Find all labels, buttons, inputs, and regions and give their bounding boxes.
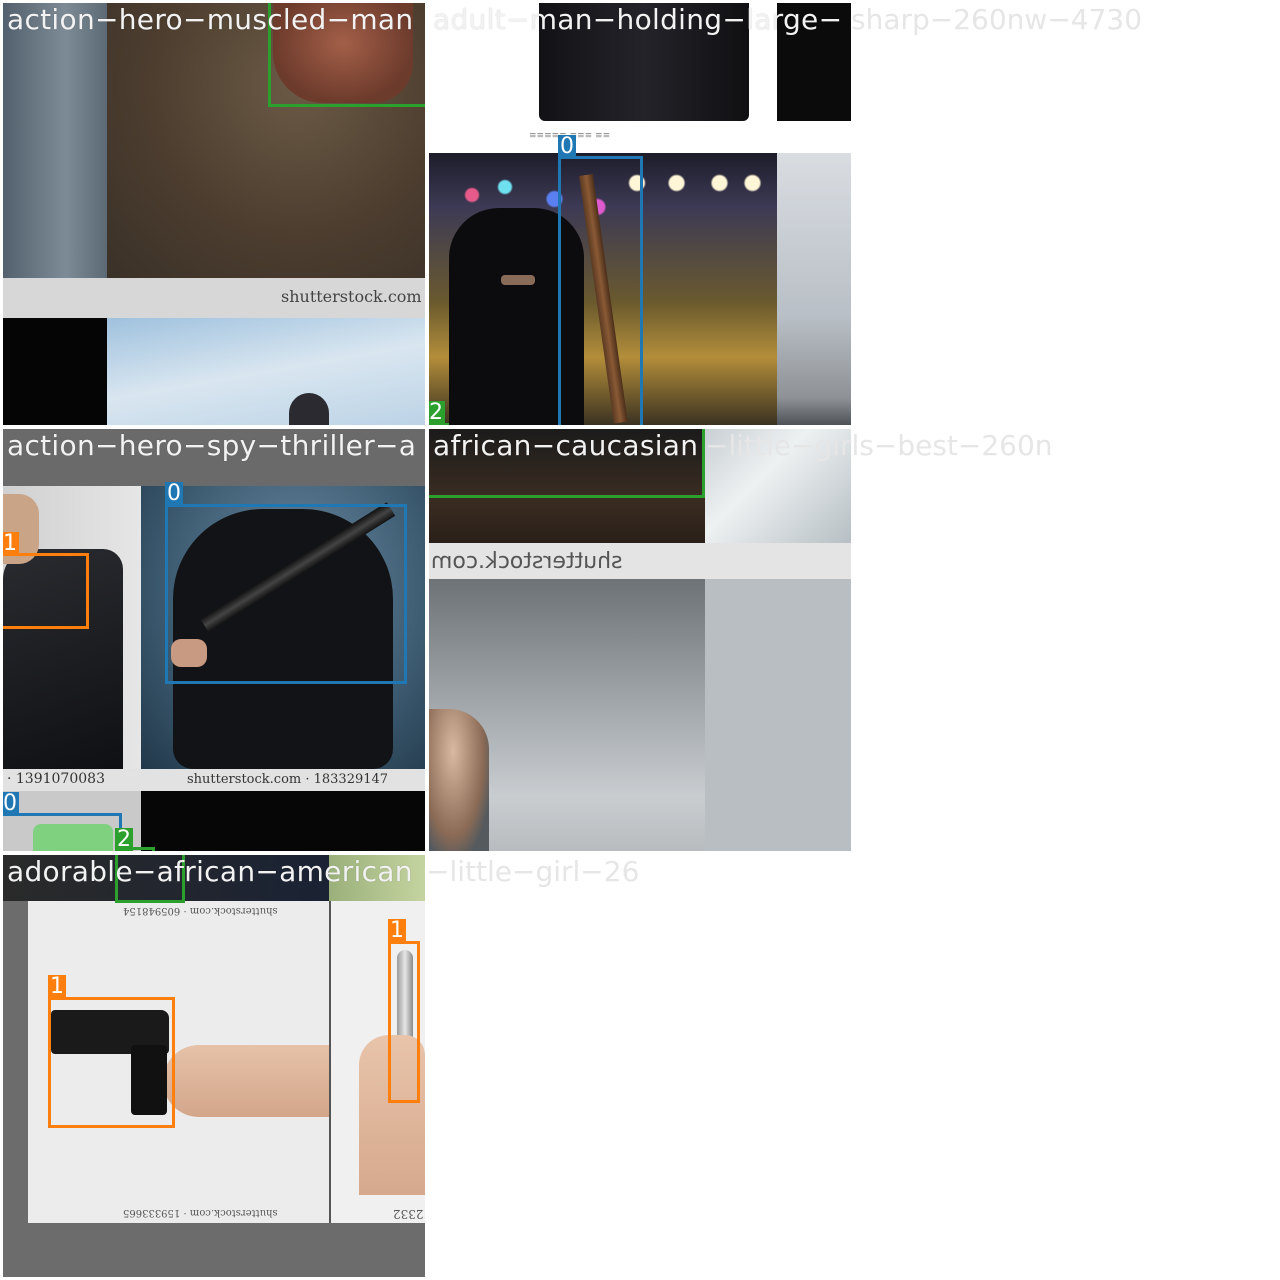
watermark-left: · 1391070083 xyxy=(7,771,105,787)
class-label-2: 2 xyxy=(115,827,133,851)
class-label-0: 0 xyxy=(558,134,576,159)
class-label-1-left: 1 xyxy=(48,974,66,999)
black-photo-edge xyxy=(777,3,851,121)
class-label-2: 2 xyxy=(429,400,445,425)
title-spill-4: −little−girls−best−260n xyxy=(705,429,1053,462)
detection-box-bottom xyxy=(3,813,122,851)
detection-box-knife xyxy=(388,941,420,1103)
tile-1: shutterstock.com · 1 action−hero−muscled… xyxy=(3,3,425,425)
detection-box-bat xyxy=(558,156,643,425)
dark-figure-top xyxy=(539,3,749,121)
green-top xyxy=(329,855,425,901)
class-label-1-right: 1 xyxy=(388,918,406,943)
face-eyes xyxy=(501,275,535,285)
tile-2: ≡≡≡≡≡ ≡≡≡ ≡≡ 0 2 adult−man−holding−large… xyxy=(429,3,851,425)
detection-box-top xyxy=(115,855,185,903)
watermark-top: shutterstock.com · 605948154 xyxy=(123,905,278,916)
tile-5: shutterstock.com · 605948154 shutterstoc… xyxy=(3,855,425,1277)
watermark-corner: 2332 xyxy=(393,1207,424,1221)
black-bottom xyxy=(141,791,425,851)
class-label-0-bottom: 0 xyxy=(3,791,19,816)
class-label-1: 1 xyxy=(3,531,19,556)
detection-box-gun xyxy=(3,553,89,629)
detection-box-knife xyxy=(268,3,425,107)
tile-title: action−hero−spy−thriller−a xyxy=(7,429,417,462)
watermark-mirrored: shutterstock.com xyxy=(431,549,623,574)
sky-photo xyxy=(107,318,425,425)
detection-box-top xyxy=(429,429,705,498)
title-spill-2: sharp−260nw−4730 xyxy=(851,3,1143,36)
tile-3: · 1391070083 shutterstock.com · 18332914… xyxy=(3,429,425,851)
gray-panel xyxy=(705,579,851,851)
divider-line xyxy=(329,901,331,1223)
watermark-right: shutterstock.com · 183329147 xyxy=(187,772,389,787)
gray-wall xyxy=(3,3,107,278)
watermark-text: shutterstock.com · 1 xyxy=(281,287,425,306)
detection-box-pistol xyxy=(48,997,175,1128)
laughing-boy xyxy=(429,709,489,851)
black-bar xyxy=(3,318,107,425)
arm xyxy=(163,1045,329,1117)
title-spill-5: −little−girl−26 xyxy=(426,855,640,888)
cloud-photo xyxy=(777,153,851,425)
cap-head xyxy=(289,393,329,425)
watermark-bottom: shutterstock.com · 159333665 xyxy=(123,1207,278,1218)
detection-box-bat xyxy=(165,504,407,684)
class-label-0: 0 xyxy=(165,481,183,506)
tile-4: shutterstock.com african−caucasian xyxy=(429,429,851,851)
